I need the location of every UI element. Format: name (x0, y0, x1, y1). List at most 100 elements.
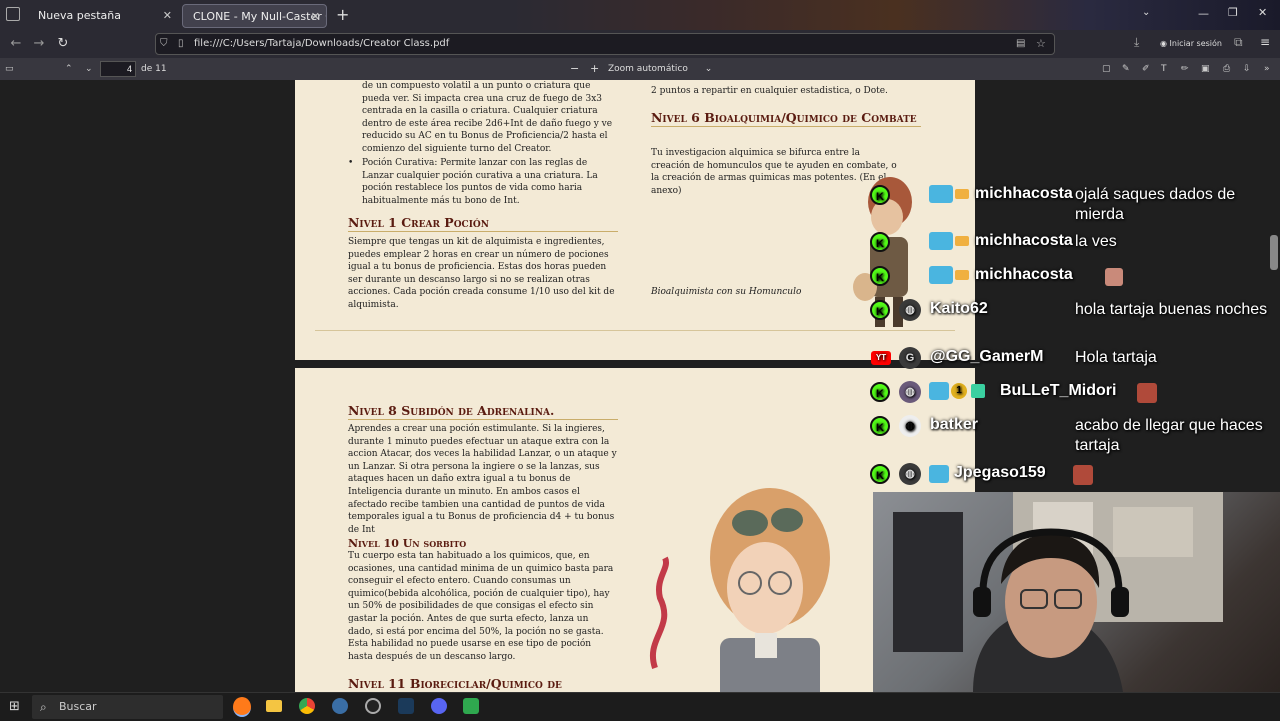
chat-text: ojalá saques dados de mierda (1075, 186, 1236, 223)
sub-badge-icon (929, 232, 953, 250)
bullet-text: Poción Curativa: Permite lanzar con las … (362, 158, 598, 206)
avatar: G (899, 347, 921, 369)
kick-badge-icon: K (870, 464, 890, 484)
chat-username: michhacosta (975, 232, 1073, 249)
kick-badge-icon: K (870, 382, 890, 402)
windows-start-icon[interactable]: ⊞ (9, 699, 20, 714)
url-text: file:///C:/Users/Tartaja/Downloads/Creat… (194, 38, 450, 49)
pen-icon[interactable]: ✏ (1181, 58, 1189, 80)
paragraph: 2 puntos a repartir en cualquier estadis… (651, 86, 888, 96)
chat-text: acabo de llegar que haces tartaja (1075, 417, 1263, 454)
bullet-glyph: • (348, 158, 354, 168)
kick-badge-icon: K (870, 266, 890, 286)
tab-list-icon[interactable] (6, 7, 20, 21)
minimize-button[interactable]: — (1198, 7, 1209, 20)
close-icon[interactable]: ✕ (163, 4, 172, 28)
close-window-button[interactable]: ✕ (1258, 6, 1267, 19)
tab-new-tab[interactable]: Nueva pestaña ✕ (28, 4, 178, 28)
zoom-value: Zoom automático (608, 64, 688, 74)
chrome-icon[interactable] (299, 698, 315, 714)
url-bar[interactable]: ⛉ ▯ file:///C:/Users/Tartaja/Downloads/C… (155, 33, 1055, 55)
file-icon: ▯ (178, 38, 184, 49)
paragraph: de un compuesto volatil a un punto o cri… (362, 81, 613, 154)
reload-icon[interactable]: ↻ (52, 30, 74, 58)
bullet-item: • Poción Curativa: Permite lanzar con las… (348, 157, 618, 207)
avatar: ◍ (899, 415, 921, 437)
chat-username: BuLLeT_Midori (1000, 382, 1117, 399)
sub-badge-icon (929, 185, 953, 203)
save-icon[interactable]: ⇩ (1243, 58, 1251, 80)
tab-label: CLONE - My Null-Caster Class - The (193, 10, 326, 23)
chat-username: Jpegaso159 (954, 464, 1046, 481)
image-icon[interactable]: ▣ (1201, 58, 1210, 80)
chevron-down-icon[interactable]: ⌄ (1142, 7, 1150, 18)
section-heading: Nivel 6 Bioalquimia/Quimico de Combate (651, 110, 921, 127)
pdf-toolbar: ▭ ⌃ ⌄ de 11 − + Zoom automático ⌄ ▢ ✎ ✐ … (0, 58, 1280, 81)
download-icon[interactable]: ⤓ (1134, 35, 1139, 50)
more-tools-icon[interactable]: » (1264, 58, 1270, 80)
comment-icon[interactable]: ▢ (1102, 58, 1111, 80)
kick-badge-icon: K (870, 232, 890, 252)
new-tab-button[interactable]: + (336, 5, 349, 24)
homunculus-illustration (853, 177, 912, 327)
kick-badge-icon: K (870, 416, 890, 436)
obs-icon[interactable] (365, 698, 381, 714)
menu-icon[interactable]: ≡ (1260, 35, 1270, 49)
taskbar-search[interactable]: ⌕ Buscar (32, 695, 223, 719)
steam-icon[interactable] (398, 698, 414, 714)
section-heading: Nivel 8 Subidón de Adrenalina. (348, 403, 618, 420)
reader-icon[interactable]: ▤ (1016, 34, 1025, 54)
page-number-input[interactable] (100, 61, 136, 77)
sub-badge-icon (929, 382, 949, 400)
youtube-icon: YT (871, 351, 891, 365)
shield-icon[interactable]: ⛉ (160, 34, 168, 54)
forward-icon[interactable]: → (28, 30, 50, 58)
text-icon[interactable]: T (1161, 58, 1167, 80)
search-placeholder: Buscar (59, 700, 97, 713)
signin-button[interactable]: ◉ Iniciar sesión (1160, 30, 1222, 58)
kick-badge-icon: K (870, 185, 890, 205)
paragraph: Aprendes a crear una poción estimulante.… (348, 424, 617, 535)
avatar: ◍ (899, 381, 921, 403)
next-page-icon[interactable]: ⌄ (85, 58, 93, 80)
print-icon[interactable]: ⎙ (1223, 58, 1230, 80)
firefox-icon[interactable] (233, 697, 251, 717)
avatar: ◍ (899, 463, 921, 485)
section-heading: Nivel 10 Un sorbito (348, 537, 467, 550)
app-icon[interactable] (463, 698, 479, 714)
search-icon: ⌕ (40, 700, 47, 714)
chat-text: Hola tartaja (1075, 349, 1157, 366)
gift-badge-icon (955, 270, 969, 280)
gift-badge-icon (971, 384, 985, 398)
extensions-icon[interactable]: ⧉ (1234, 35, 1243, 50)
section-heading: Nivel 11 Bioreciclar/Quimico de (348, 676, 618, 692)
image-caption: Bioalquimista con su Homunculo (651, 287, 802, 297)
kick-badge-icon: K (870, 300, 890, 320)
webcam-feed (873, 492, 1280, 692)
previous-page-icon[interactable]: ⌃ (65, 58, 73, 80)
account-icon: ◉ (1160, 39, 1167, 48)
page-divider (315, 330, 955, 331)
tab-label: Nueva pestaña (38, 9, 121, 22)
highlight-icon[interactable]: ✎ (1122, 58, 1130, 80)
alchemist-illustration (650, 488, 830, 692)
zoom-in-button[interactable]: + (590, 58, 599, 80)
draw-icon[interactable]: ✐ (1142, 58, 1150, 80)
maximize-button[interactable]: ❐ (1228, 6, 1238, 19)
page-total: de 11 (141, 64, 167, 74)
bookmark-star-icon[interactable]: ☆ (1036, 34, 1046, 54)
gift-badge-icon (955, 236, 969, 246)
zoom-select[interactable]: Zoom automático ⌄ (608, 58, 712, 80)
close-icon[interactable]: ✕ (311, 5, 320, 27)
zoom-out-button[interactable]: − (570, 58, 579, 80)
back-icon[interactable]: ← (5, 30, 27, 58)
paragraph: Tu cuerpo esta tan habituado a los quimi… (348, 551, 614, 662)
file-explorer-icon[interactable] (266, 700, 282, 712)
chat-username: michhacosta (975, 266, 1073, 283)
tab-bar: Nueva pestaña ✕ CLONE - My Null-Caster C… (0, 0, 1280, 30)
tab-pdf[interactable]: CLONE - My Null-Caster Class - The ✕ (182, 4, 327, 28)
app-icon[interactable] (332, 698, 348, 714)
discord-icon[interactable] (431, 698, 447, 714)
gift-badge-icon (955, 189, 969, 199)
sidebar-toggle-icon[interactable]: ▭ (5, 58, 14, 80)
